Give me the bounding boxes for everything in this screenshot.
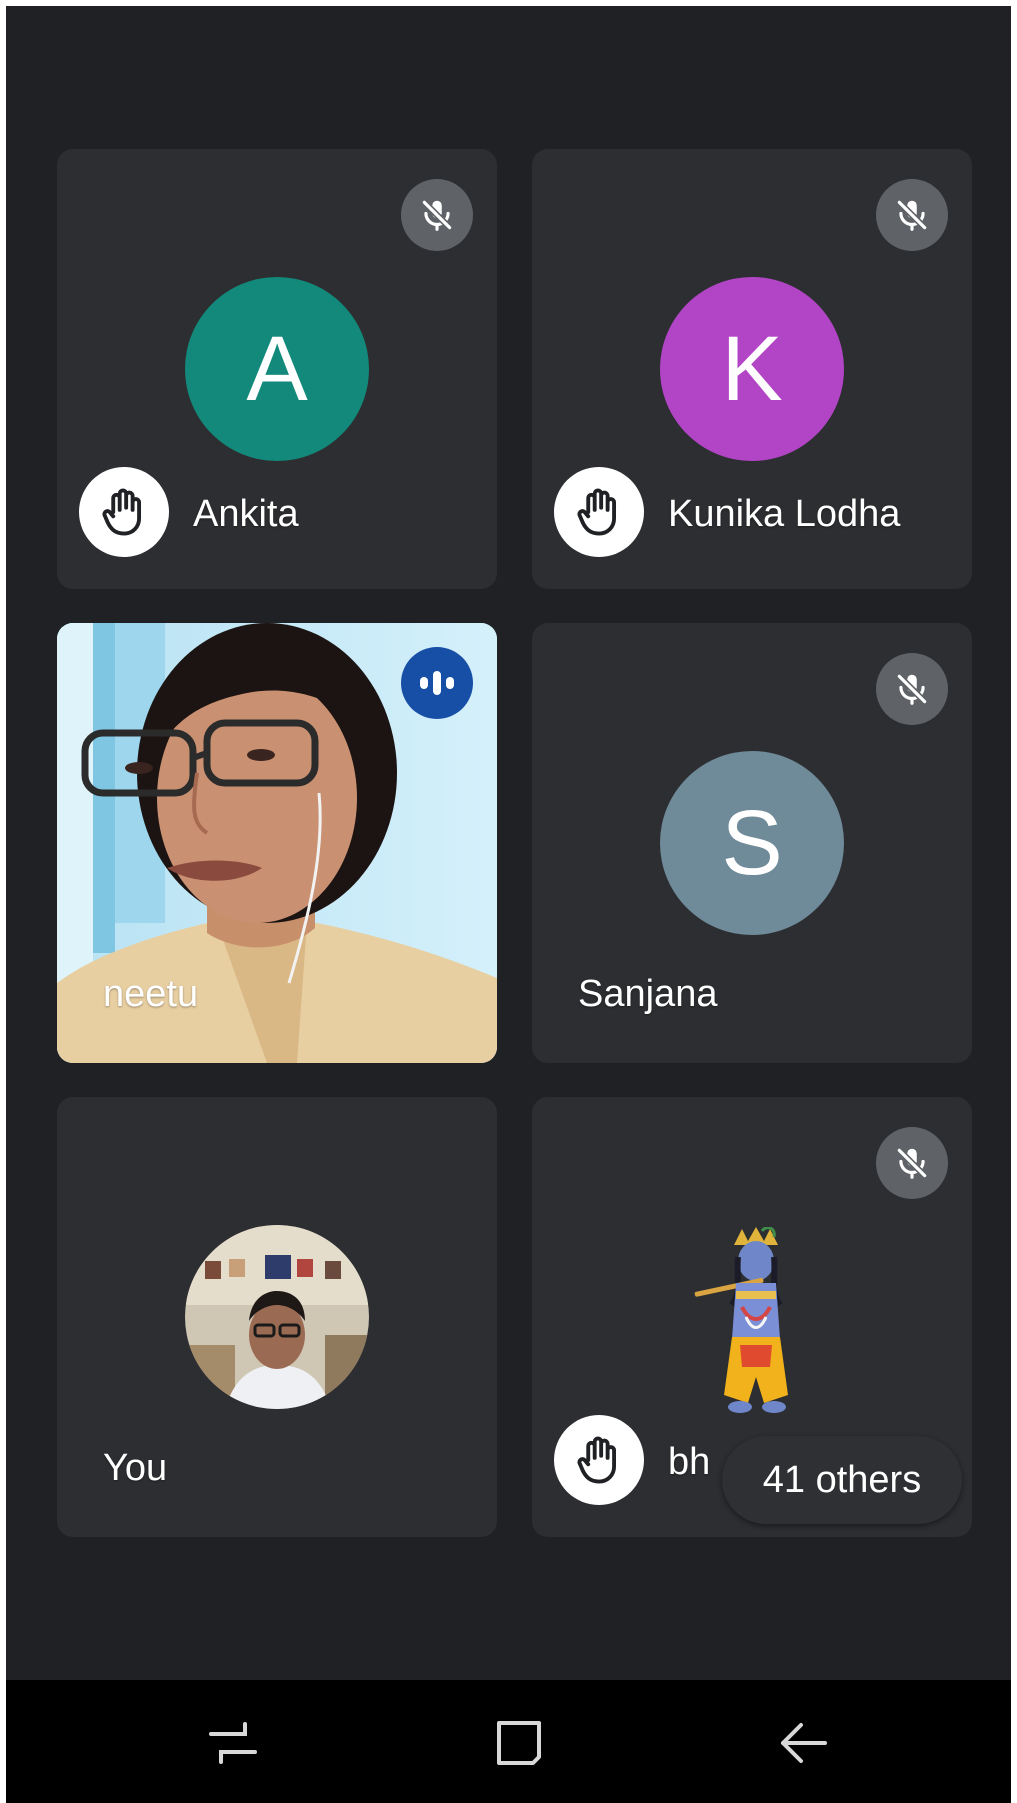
raised-hand-icon bbox=[79, 467, 169, 557]
avatar bbox=[185, 1225, 369, 1409]
meeting-screen: A Ankita K Kunika Lodha neetu S Sanjana … bbox=[6, 6, 1011, 1803]
system-navigation-bar bbox=[6, 1680, 1011, 1803]
mic-off-icon bbox=[401, 179, 473, 251]
raised-hand-icon bbox=[554, 467, 644, 557]
profile-picture-krishna bbox=[694, 1227, 788, 1413]
avatar: A bbox=[185, 277, 369, 461]
participant-name: bh bbox=[668, 1441, 711, 1483]
participant-name: Kunika Lodha bbox=[668, 493, 901, 535]
participant-name: neetu bbox=[103, 973, 199, 1015]
raised-hand-icon bbox=[554, 1415, 644, 1505]
participant-name: You bbox=[103, 1447, 168, 1489]
audio-level-icon bbox=[401, 647, 473, 719]
home-icon[interactable] bbox=[484, 1710, 554, 1776]
mic-off-icon bbox=[876, 179, 948, 251]
participant-name: Ankita bbox=[193, 493, 299, 535]
recents-icon[interactable] bbox=[198, 1710, 268, 1776]
participant-tile-you[interactable]: You bbox=[57, 1097, 497, 1537]
mic-off-icon bbox=[876, 1127, 948, 1199]
participant-tile-neetu[interactable]: neetu bbox=[57, 623, 497, 1063]
avatar: S bbox=[660, 751, 844, 935]
back-icon[interactable] bbox=[768, 1710, 838, 1776]
participant-tile-sanjana[interactable]: S Sanjana bbox=[532, 623, 972, 1063]
participant-tile-ankita[interactable]: A Ankita bbox=[57, 149, 497, 589]
participant-tile-kunika-lodha[interactable]: K Kunika Lodha bbox=[532, 149, 972, 589]
mic-off-icon bbox=[876, 653, 948, 725]
participant-name: Sanjana bbox=[578, 973, 718, 1015]
avatar: K bbox=[660, 277, 844, 461]
others-count-button[interactable]: 41 others bbox=[722, 1436, 962, 1524]
